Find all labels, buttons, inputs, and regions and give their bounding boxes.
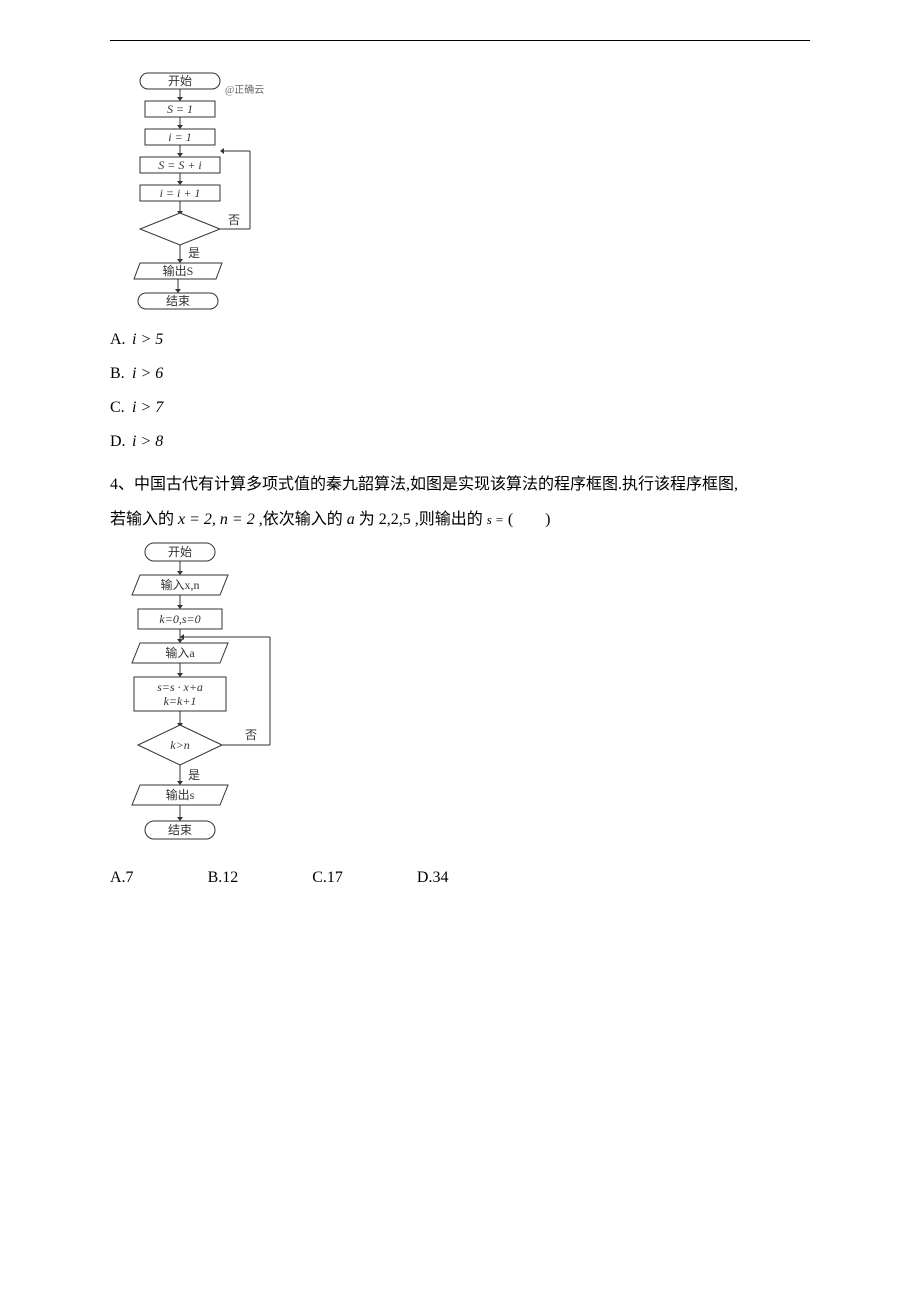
q4-out: 输出s [166, 787, 195, 802]
q3-yes: 是 [188, 246, 200, 260]
q4-line2b: ,依次输入的 [259, 511, 347, 528]
q3-opt-c-label: C. [110, 399, 128, 417]
q4-a1: k=0,s=0 [159, 612, 200, 626]
q4-seq: s = [487, 512, 504, 527]
q4-text: 4、中国古代有计算多项式值的秦九韶算法,如图是实现该算法的程序框图.执行该程序框… [110, 467, 810, 537]
q3-flowchart: 开始 @正确云 S = 1 i = 1 S = S + i i = i + 1 [110, 71, 810, 321]
q4-in2: 输入a [165, 645, 195, 660]
q3-opt-d-label: D. [110, 433, 128, 451]
q4-opt-c: C.17 [312, 869, 343, 887]
q3-opt-b-label: B. [110, 365, 128, 383]
q3-option-c: C. i > 7 [110, 399, 810, 417]
q4-eq1: x = 2, n = 2 [178, 511, 255, 528]
q4-yes: 是 [188, 768, 200, 782]
q3-opt-a-expr: i > 5 [132, 331, 163, 348]
q3-start-text: 开始 [168, 74, 192, 88]
q3-watermark: @正确云 [225, 83, 264, 96]
q3-option-b: B. i > 6 [110, 365, 810, 383]
q4-line1: 4、中国古代有计算多项式值的秦九韶算法,如图是实现该算法的程序框图.执行该程序框… [110, 476, 738, 493]
q4-a2a: s=s · x+a [157, 680, 203, 694]
q3-out: 输出S [163, 263, 194, 278]
q3-opt-d-expr: i > 8 [132, 433, 163, 450]
q4-options: A.7 B.12 C.17 D.34 [110, 869, 810, 887]
q4-line2d: ( ) [508, 511, 551, 528]
q3-no: 否 [228, 213, 240, 227]
q3-option-a: A. i > 5 [110, 331, 810, 349]
q4-opt-b: B.12 [208, 869, 239, 887]
q4-in1: 输入x,n [160, 577, 199, 592]
top-rule [110, 40, 810, 41]
q3-flow-svg: 开始 @正确云 S = 1 i = 1 S = S + i i = i + 1 [110, 71, 280, 321]
q3-opt-a-label: A. [110, 331, 128, 349]
q4-line2a: 若输入的 [110, 511, 178, 528]
q4-end: 结束 [168, 823, 192, 837]
q3-a1: S = 1 [167, 102, 193, 116]
q4-avar: a [347, 511, 355, 528]
q3-option-d: D. i > 8 [110, 433, 810, 451]
q3-a2: i = 1 [168, 130, 191, 144]
q3-a3: S = S + i [158, 158, 202, 172]
q4-cond: k>n [170, 738, 189, 752]
q3-opt-b-expr: i > 6 [132, 365, 163, 382]
q4-start: 开始 [168, 545, 192, 559]
q4-flow-svg: 开始 输入x,n k=0,s=0 输入a s=s · x+a k=k+1 [110, 541, 300, 861]
page: 开始 @正确云 S = 1 i = 1 S = S + i i = i + 1 [0, 0, 920, 927]
q3-end: 结束 [166, 294, 190, 308]
q4-opt-d: D.34 [417, 869, 449, 887]
q3-a4: i = i + 1 [160, 186, 201, 200]
q4-line2c: 为 2,2,5 ,则输出的 [359, 511, 487, 528]
q4-flowchart: 开始 输入x,n k=0,s=0 输入a s=s · x+a k=k+1 [110, 541, 810, 861]
q4-a2b: k=k+1 [164, 694, 197, 708]
q4-no: 否 [245, 728, 257, 742]
q3-opt-c-expr: i > 7 [132, 399, 163, 416]
q4-opt-a: A.7 [110, 869, 134, 887]
